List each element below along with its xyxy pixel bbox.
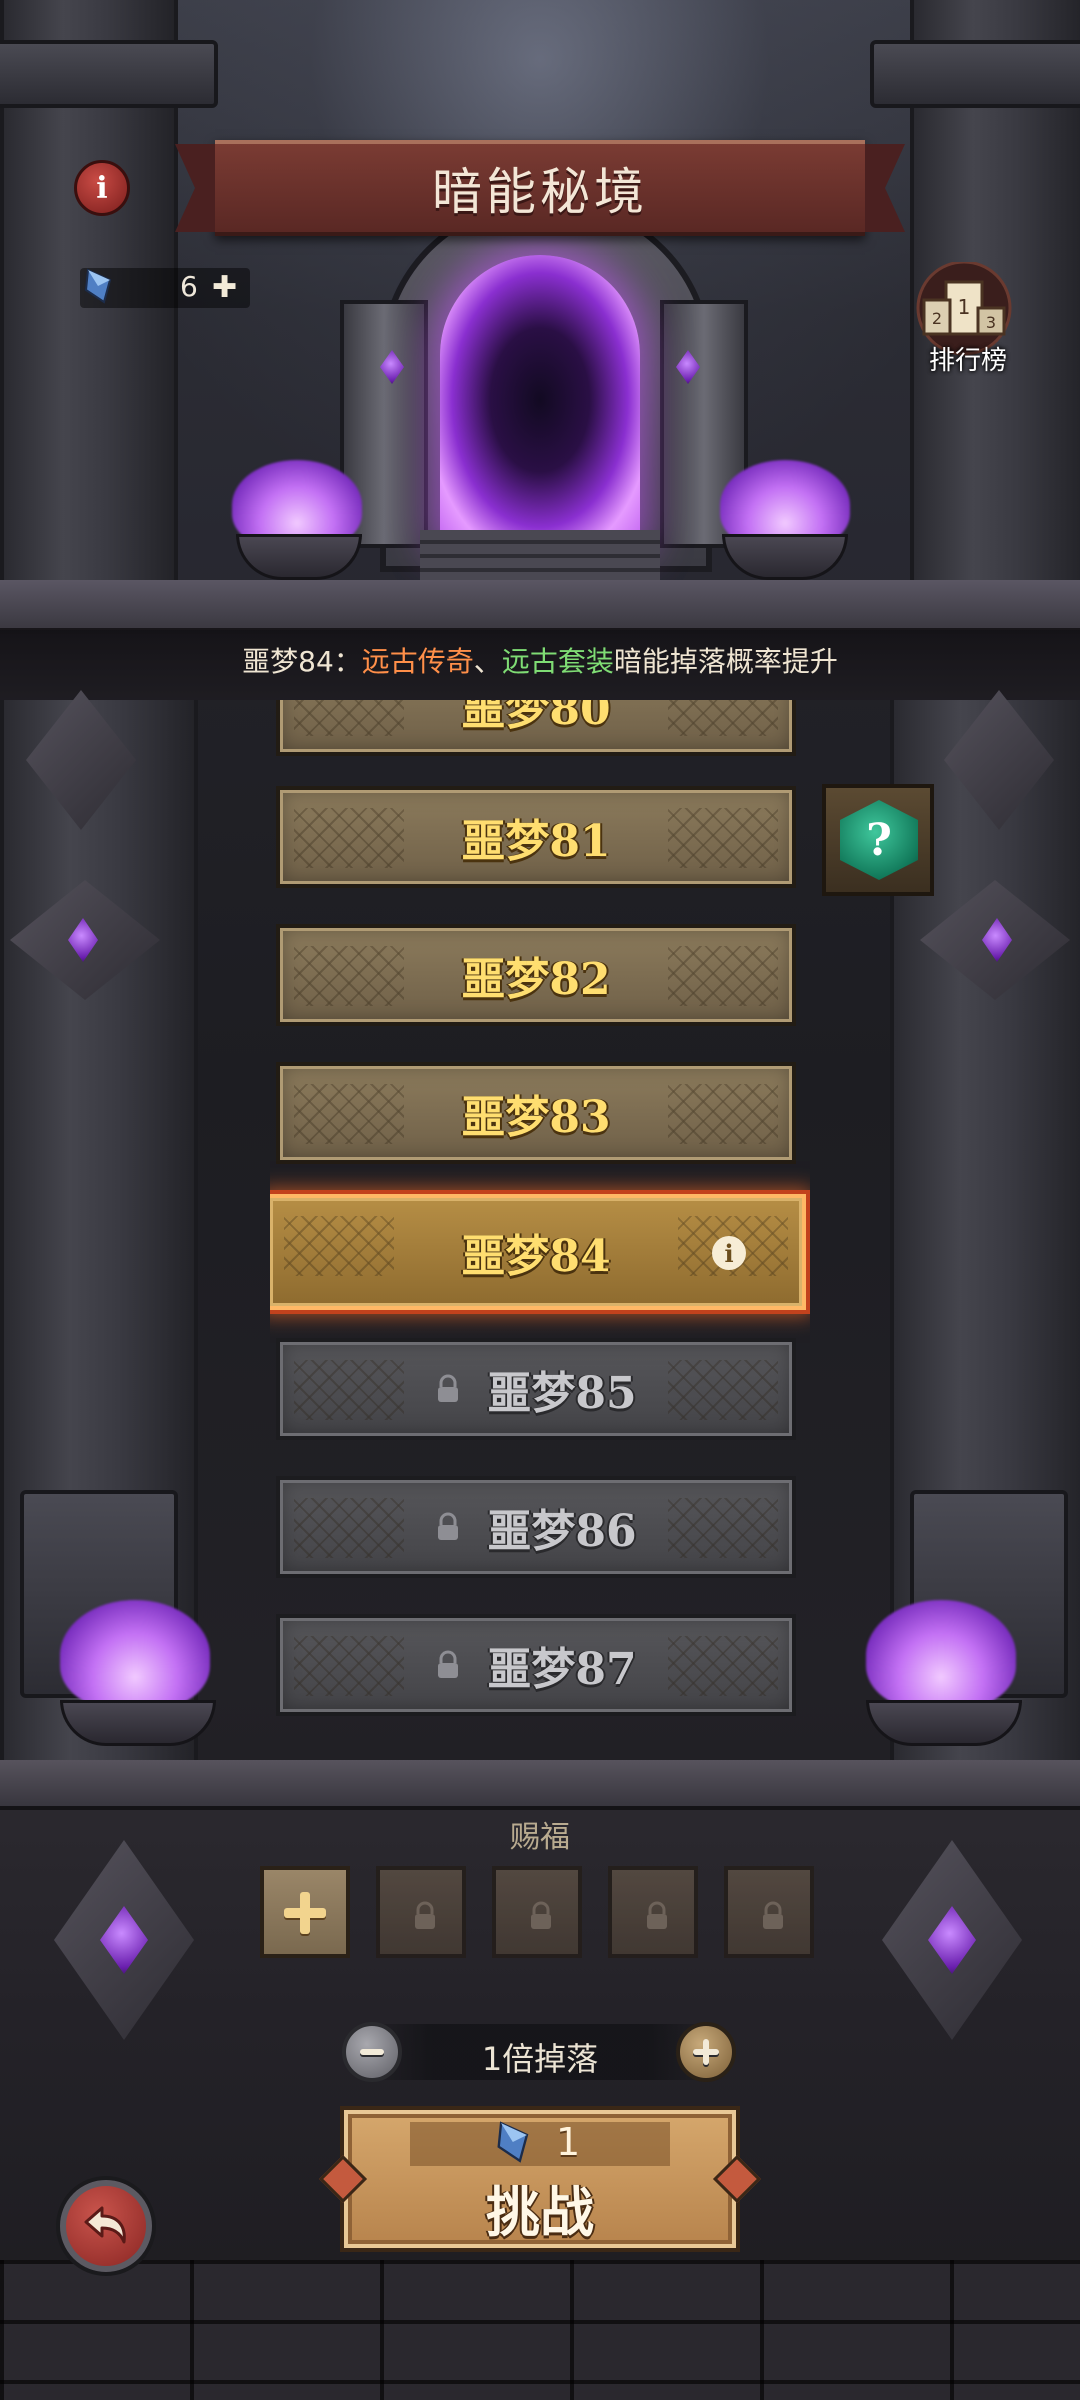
info-icon[interactable]: i [74, 160, 130, 216]
blessing-locked-slot[interactable] [608, 1866, 698, 1958]
question-symbol: ? [866, 814, 892, 866]
brazier [866, 1700, 1022, 1746]
ornament [294, 1360, 404, 1420]
notice-item-ancient-set: 远古套装 [501, 645, 614, 678]
blessing-add-slot[interactable] [260, 1866, 350, 1958]
stage-button[interactable]: 噩梦82 [276, 924, 796, 1026]
stage-button[interactable]: 噩梦80 [276, 700, 796, 756]
floor-tiles [0, 2260, 1080, 2400]
back-arrow-icon [84, 2206, 126, 2244]
svg-text:2: 2 [932, 309, 942, 328]
blessing-locked-slot[interactable] [376, 1866, 466, 1958]
ornament [294, 808, 404, 868]
crystal-shard-icon [497, 2121, 529, 2163]
lock-icon [647, 1901, 667, 1929]
notice-item-ancient-legend: 远古传奇 [361, 645, 474, 678]
lock-icon [763, 1901, 783, 1929]
ornament [294, 1084, 404, 1144]
notice-separator: 、 [473, 645, 502, 678]
left-pillar-cap [0, 40, 218, 108]
notice-suffix: 暗能掉落概率提升 [613, 645, 838, 678]
plus-icon [300, 1892, 310, 1934]
stage-label: 噩梦80 [461, 700, 611, 735]
lock-icon [531, 1901, 551, 1929]
currency-count: 6 [180, 270, 198, 303]
challenge-cost-bar [410, 2122, 670, 2166]
stage-label: 噩梦83 [461, 1092, 611, 1143]
ornament [284, 1216, 394, 1276]
stage-button[interactable]: 噩梦81 [276, 786, 796, 888]
stage-label: 噩梦86 [487, 1506, 637, 1557]
purple-flame [60, 1600, 210, 1710]
ornament [668, 1084, 778, 1144]
stage-label: 噩梦81 [461, 816, 611, 867]
blessing-locked-slot[interactable] [724, 1866, 814, 1958]
stage-button-selected[interactable]: 噩梦84 i [270, 1194, 806, 1310]
plus-icon[interactable] [676, 2022, 736, 2082]
stage-label: 噩梦82 [461, 954, 611, 1005]
purple-flame [866, 1600, 1016, 1710]
challenge-cost: 1 [556, 2120, 581, 2164]
stone-ledge [0, 580, 1080, 634]
question-gem-icon: ? [840, 800, 918, 880]
lock-icon [438, 1374, 459, 1402]
stage-label: 噩梦85 [487, 1368, 637, 1419]
minus-icon[interactable] [342, 2022, 402, 2082]
page-title: 暗能秘境 [432, 163, 648, 221]
stage-list[interactable]: 噩梦80 噩梦81 噩梦82 噩梦83 噩梦84 i 噩梦85 噩梦86 噩梦8… [270, 700, 810, 1740]
crystal-shard-icon [84, 268, 112, 304]
stage-button-locked[interactable]: 噩梦85 [276, 1338, 796, 1440]
stone-ledge [0, 1760, 1080, 1810]
ornament [668, 808, 778, 868]
ornament [294, 1636, 404, 1696]
ornament [668, 1360, 778, 1420]
info-icon[interactable]: i [712, 1236, 746, 1270]
ornament [668, 1498, 778, 1558]
ornament [294, 946, 404, 1006]
stage-button-locked[interactable]: 噩梦86 [276, 1476, 796, 1578]
ornament [294, 1498, 404, 1558]
drop-rate-notice: 噩梦84：远古传奇、远古套装暗能掉落概率提升 [0, 640, 1080, 680]
dark-portal [440, 255, 640, 545]
minus-bar [360, 2049, 384, 2055]
lock-icon [438, 1650, 459, 1678]
plus-bar [703, 2039, 709, 2065]
lock-icon [438, 1512, 459, 1540]
ranking-label: 排行榜 [928, 346, 1007, 376]
title-banner: 暗能秘境 [215, 140, 865, 236]
portal-stairs [420, 530, 660, 580]
ornament [668, 946, 778, 1006]
drop-multiplier-label: 1倍掉落 [481, 2040, 599, 2078]
ornament [668, 1636, 778, 1696]
lock-icon [415, 1901, 435, 1929]
blessing-title: 赐福 [510, 1820, 570, 1855]
notice-prefix: 噩梦84： [242, 645, 362, 678]
add-currency-button[interactable]: ✚ [212, 270, 237, 305]
stage-label: 噩梦87 [487, 1644, 637, 1695]
challenge-label[interactable]: 挑战 [340, 2168, 740, 2247]
svg-text:1: 1 [958, 295, 971, 319]
right-pillar-cap [870, 40, 1080, 108]
blessing-locked-slot[interactable] [492, 1866, 582, 1958]
stage-label: 噩梦84 [461, 1231, 611, 1282]
svg-text:3: 3 [986, 313, 996, 332]
ornament [294, 700, 404, 736]
mystery-reward-button[interactable]: ? [822, 784, 934, 896]
stage-button-locked[interactable]: 噩梦87 [276, 1614, 796, 1716]
stage-button[interactable]: 噩梦83 [276, 1062, 796, 1164]
back-button[interactable] [60, 2180, 152, 2272]
brazier [60, 1700, 216, 1746]
ornament [668, 700, 778, 736]
